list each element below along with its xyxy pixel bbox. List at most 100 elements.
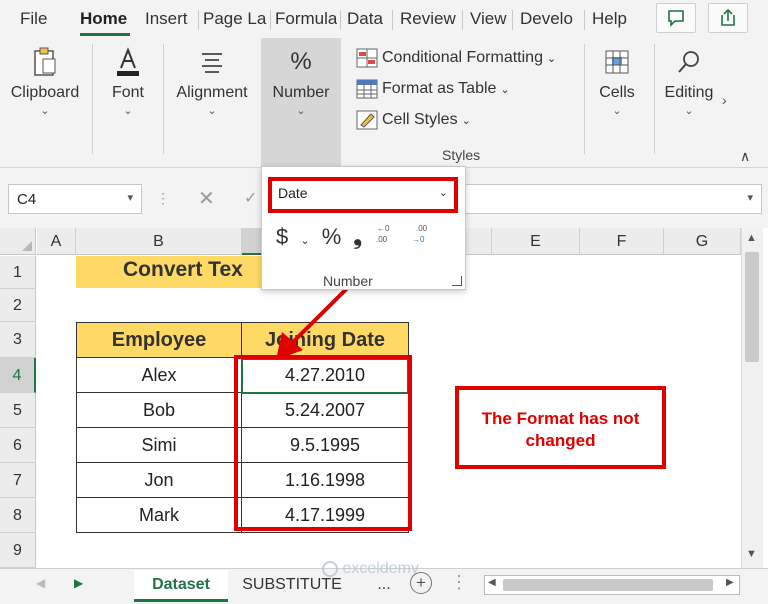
collapse-ribbon-icon[interactable]: ∧ <box>740 148 750 165</box>
clipboard-label: Clipboard <box>10 84 80 101</box>
tab-formulas[interactable]: Formula <box>275 9 337 29</box>
share-button[interactable] <box>708 3 748 33</box>
tab-separator <box>512 10 513 30</box>
scroll-right-icon[interactable]: ▶ <box>726 577 734 588</box>
currency-icon[interactable]: $ <box>276 224 288 250</box>
chevron-right-icon[interactable]: › <box>722 92 727 108</box>
alignment-label: Alignment <box>176 84 248 101</box>
next-sheet-icon[interactable]: ▶ <box>74 576 83 590</box>
percent-style-icon[interactable]: % <box>322 224 342 250</box>
comments-button[interactable] <box>656 3 696 33</box>
formula-input[interactable]: ▾ <box>450 184 762 214</box>
row-header-5[interactable]: 5 <box>0 393 36 428</box>
conditional-formatting-icon <box>356 48 378 68</box>
tab-review[interactable]: Review <box>400 9 456 29</box>
editing-group[interactable]: Editing ⌄ <box>660 44 718 117</box>
cells-group[interactable]: Cells ⌄ <box>592 44 642 117</box>
header-employee[interactable]: Employee <box>76 322 242 358</box>
row-header-3[interactable]: 3 <box>0 322 36 358</box>
chevron-down-icon: ⌄ <box>296 105 306 117</box>
name-box[interactable]: C4 ▾ <box>8 184 142 214</box>
row-header-4[interactable]: 4 <box>0 358 36 393</box>
chevron-down-icon: ⌄ <box>500 83 510 96</box>
sheet-title: Convert Tex <box>123 258 243 281</box>
decrease-decimal-icon[interactable]: .00 →0 <box>410 222 434 250</box>
cells-icon <box>599 44 635 80</box>
annotation-line-2: changed <box>525 431 596 450</box>
tab-help[interactable]: Help <box>592 9 627 29</box>
number-group[interactable]: % Number ⌄ <box>261 38 341 166</box>
font-group[interactable]: Font ⌄ <box>100 44 156 117</box>
chevron-down-icon: ⌄ <box>40 105 50 117</box>
format-as-table-icon <box>356 79 378 99</box>
header-joining-date[interactable]: Joining Date <box>241 322 409 358</box>
clipboard-group[interactable]: Clipboard ⌄ <box>8 44 82 117</box>
scroll-up-icon[interactable]: ▲ <box>746 232 757 244</box>
chevron-down-icon: ⌄ <box>438 187 448 199</box>
percent-icon: % <box>290 48 312 75</box>
number-format-select[interactable]: Date ⌄ <box>268 177 458 213</box>
tab-file[interactable]: File <box>20 9 47 29</box>
tab-separator <box>392 10 393 30</box>
tab-view[interactable]: View <box>470 9 507 29</box>
font-color-icon <box>110 44 146 80</box>
scroll-left-icon[interactable]: ◀ <box>488 577 496 588</box>
name-box-value: C4 <box>17 191 37 208</box>
dialog-launcher-icon[interactable] <box>452 276 462 286</box>
employee-cell[interactable]: Alex <box>76 358 242 393</box>
more-options-icon[interactable]: ⋮ <box>450 572 468 593</box>
tab-home[interactable]: Home <box>80 9 127 29</box>
employee-cell[interactable]: Mark <box>76 498 242 533</box>
increase-decimal-icon[interactable]: ←0.00 <box>374 222 398 250</box>
cell-styles-icon <box>356 110 378 130</box>
chevron-down-icon: ▾ <box>127 192 133 204</box>
employee-cell[interactable]: Simi <box>76 428 242 463</box>
svg-text:←0: ←0 <box>377 224 390 233</box>
conditional-formatting-button[interactable]: Conditional Formatting ⌄ <box>356 48 556 68</box>
format-as-table-button[interactable]: Format as Table ⌄ <box>356 79 510 99</box>
chevron-down-icon: ⌄ <box>684 105 694 117</box>
add-sheet-icon[interactable]: + <box>410 572 432 594</box>
cell-styles-button[interactable]: Cell Styles ⌄ <box>356 110 471 130</box>
horizontal-scroll-thumb[interactable] <box>503 579 713 591</box>
column-header-e[interactable]: E <box>492 228 580 255</box>
comma-style-icon[interactable]: ❟ <box>353 224 362 250</box>
employee-cell[interactable]: Jon <box>76 463 242 498</box>
row-header-6[interactable]: 6 <box>0 428 36 463</box>
row-header-9[interactable]: 9 <box>0 533 36 568</box>
tab-data[interactable]: Data <box>347 9 383 29</box>
column-header-a[interactable]: A <box>37 228 76 255</box>
scroll-down-icon[interactable]: ▼ <box>746 548 757 560</box>
vertical-scroll-thumb[interactable] <box>745 252 759 362</box>
check-icon[interactable]: ✓ <box>244 188 257 208</box>
chevron-down-icon: ⌄ <box>207 105 217 117</box>
cell-styles-label: Cell Styles <box>382 111 458 128</box>
chevron-down-icon[interactable]: ⌄ <box>300 234 309 247</box>
select-all-button[interactable] <box>0 228 36 255</box>
row-header-7[interactable]: 7 <box>0 463 36 498</box>
tab-developer[interactable]: Develo <box>520 9 580 29</box>
editing-label: Editing <box>664 84 714 101</box>
row-header-8[interactable]: 8 <box>0 498 36 533</box>
number-label: Number <box>272 84 330 101</box>
chevron-down-icon: ▾ <box>747 192 753 204</box>
row-header-2[interactable]: 2 <box>0 289 36 322</box>
watermark-logo-icon <box>322 560 338 577</box>
alignment-group[interactable]: Alignment ⌄ <box>170 44 254 117</box>
sheet-tab-dataset[interactable]: Dataset <box>134 570 228 602</box>
column-header-b[interactable]: B <box>76 228 242 255</box>
ribbon-tab-bar: File Home Insert Page La Formula Data Re… <box>0 0 768 38</box>
watermark-text: exceldemy <box>342 560 419 577</box>
share-icon <box>721 8 735 26</box>
employee-cell[interactable]: Bob <box>76 393 242 428</box>
title-cell[interactable]: Convert Tex <box>76 256 262 288</box>
column-header-g[interactable]: G <box>664 228 741 255</box>
column-header-f[interactable]: F <box>580 228 664 255</box>
prev-sheet-icon[interactable]: ◀ <box>36 576 45 590</box>
chevron-down-icon: ⌄ <box>546 52 557 65</box>
number-button[interactable]: % Number ⌄ <box>261 44 341 117</box>
tab-insert[interactable]: Insert <box>145 9 188 29</box>
row-header-1[interactable]: 1 <box>0 256 36 289</box>
cancel-icon[interactable]: ✕ <box>198 186 215 211</box>
tab-page-layout[interactable]: Page La <box>203 9 267 29</box>
